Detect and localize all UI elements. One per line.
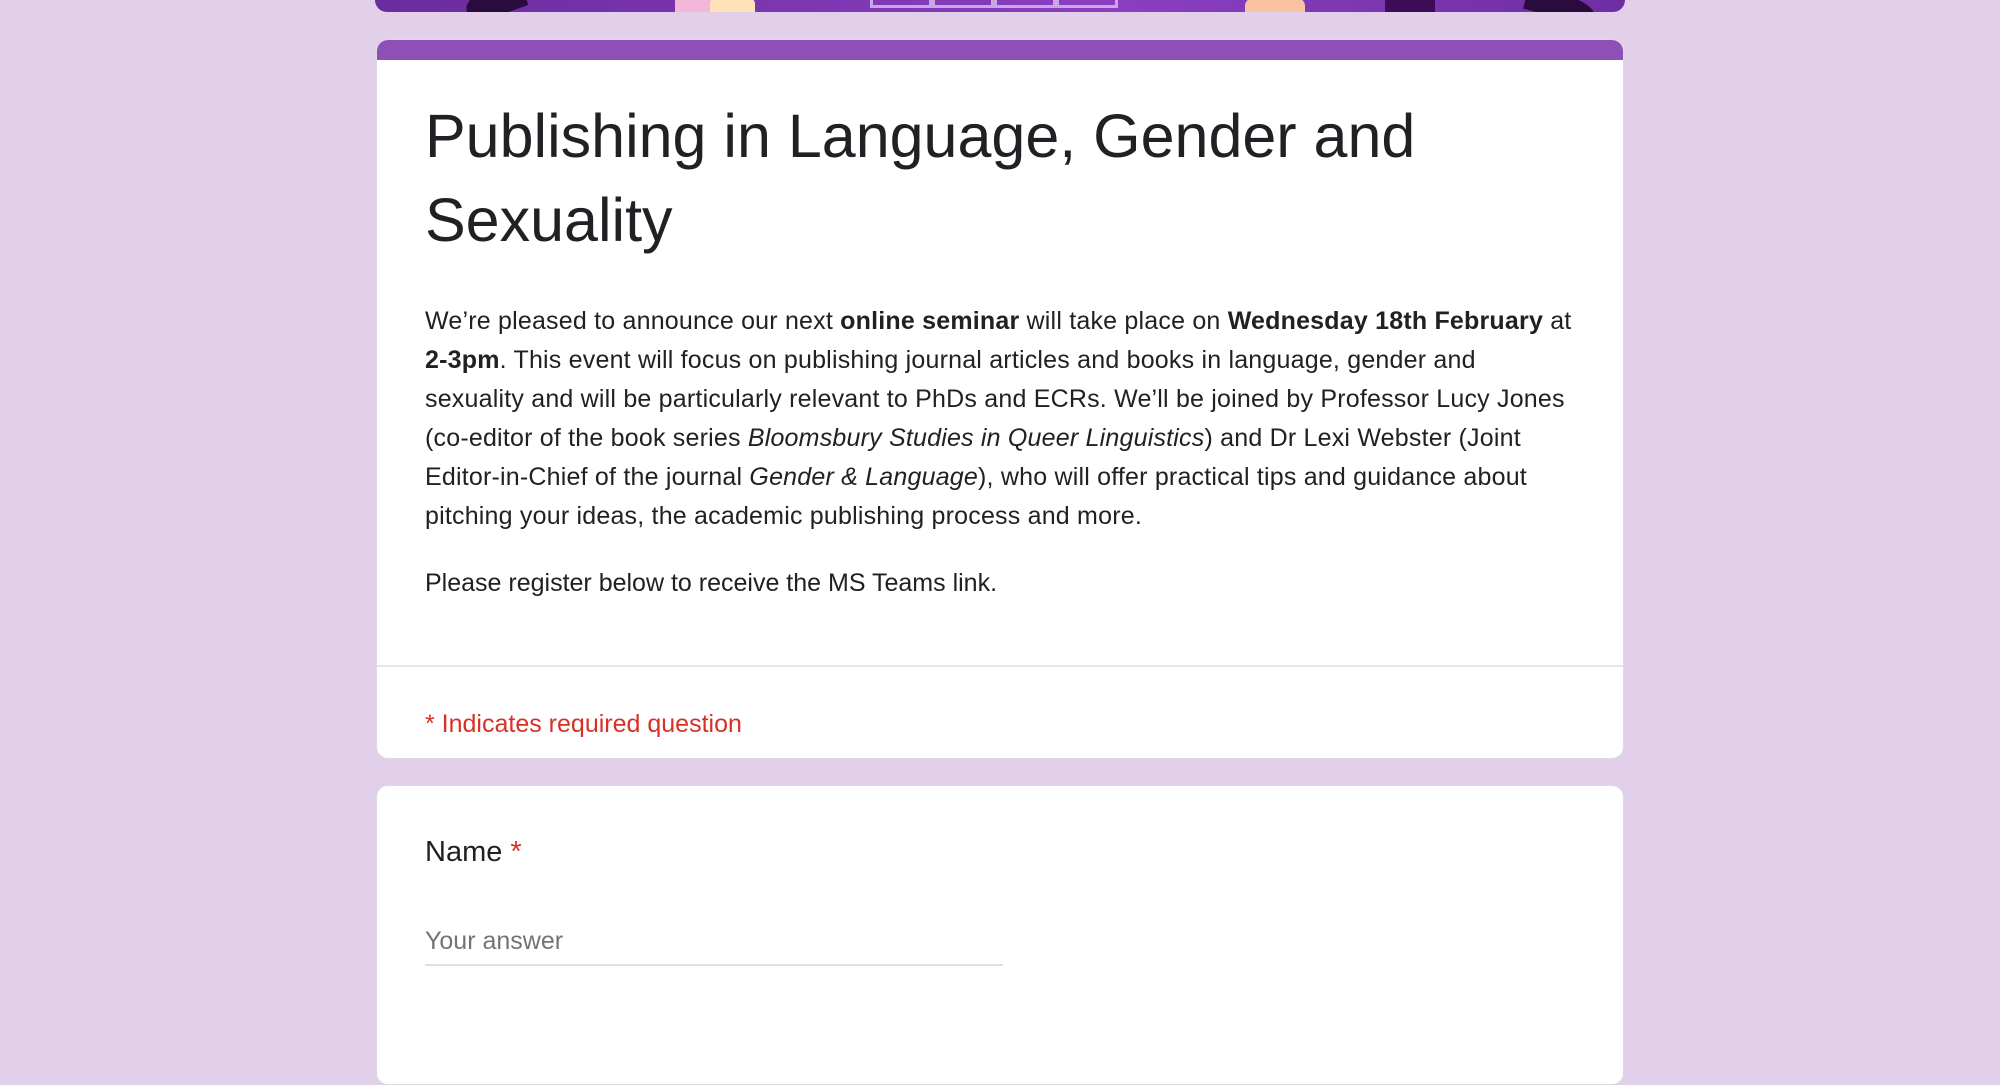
banner-decoration [710, 0, 755, 12]
question-label: Name * [425, 836, 1575, 869]
form-title: Publishing in Language, Gender and Sexua… [425, 102, 1416, 254]
required-note: * Indicates required question [425, 710, 742, 738]
question-label-text: Name [425, 836, 503, 868]
name-answer-input[interactable] [425, 927, 1003, 966]
description-text: will take place on [1019, 307, 1228, 335]
register-instruction: Please register below to receive the MS … [425, 569, 998, 597]
question-card-name: Name * [376, 785, 1624, 1085]
description-italic: Bloomsbury Studies in Queer Linguistics [747, 424, 1205, 452]
banner-decoration [1523, 0, 1597, 12]
description-italic: Gender & Language [749, 463, 979, 491]
form-description: We’re pleased to announce our next onlin… [425, 302, 1575, 536]
banner-decoration [870, 0, 1118, 10]
description-bold: Wednesday 18th February [1227, 307, 1544, 335]
header-banner-image [375, 0, 1625, 12]
form-header-card: Publishing in Language, Gender and Sexua… [376, 39, 1624, 759]
banner-decoration [1245, 0, 1305, 12]
banner-decoration [461, 0, 529, 12]
accent-bar [377, 40, 1623, 60]
description-bold: online seminar [840, 307, 1020, 335]
divider [377, 665, 1623, 667]
description-text: We’re pleased to announce our next [425, 307, 841, 335]
description-text: at [1543, 307, 1572, 335]
description-bold: 2-3pm [425, 346, 500, 374]
banner-decoration [1385, 0, 1435, 12]
required-asterisk: * [510, 836, 522, 868]
